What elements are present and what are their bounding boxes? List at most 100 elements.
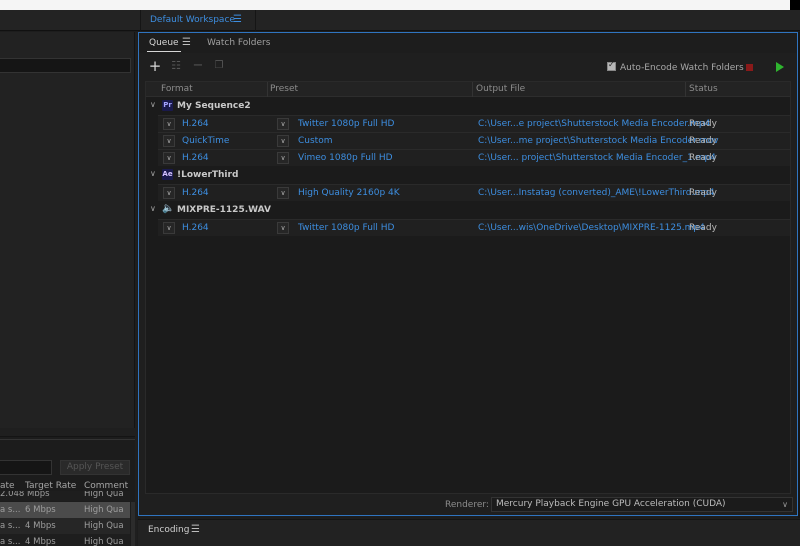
format-dropdown-icon[interactable]: ∨ bbox=[163, 135, 175, 147]
tab-watch-folders[interactable]: Watch Folders bbox=[207, 38, 270, 48]
workspace-tab[interactable]: Default Workspace ☰ bbox=[140, 10, 256, 31]
output-file-link[interactable]: C:\User... project\Shutterstock Media En… bbox=[478, 153, 716, 163]
preset-scrollbar[interactable] bbox=[131, 502, 135, 546]
status-text: Ready bbox=[689, 188, 717, 198]
queue-tabs: Queue ☰ Watch Folders bbox=[139, 33, 797, 53]
queue-item[interactable]: ∨ H.264 ∨ Twitter 1080p Full HD C:\User.… bbox=[158, 219, 790, 236]
queue-item[interactable]: ∨ H.264 ∨ Twitter 1080p Full HD C:\User.… bbox=[158, 115, 790, 132]
add-source-icon[interactable]: + bbox=[148, 59, 162, 74]
preset-row[interactable]: 2.048 Mbps High Qua bbox=[0, 491, 130, 501]
auto-encode-checkbox[interactable]: Auto-Encode Watch Folders bbox=[607, 60, 744, 73]
tab-encoding[interactable]: Encoding bbox=[148, 525, 189, 535]
preset-row[interactable]: a s... 4 Mbps High Qua bbox=[0, 518, 130, 534]
chevron-down-icon[interactable]: ∨ bbox=[150, 169, 156, 178]
premiere-badge-icon: Pr bbox=[162, 100, 173, 111]
preset-dropdown-icon[interactable]: ∨ bbox=[277, 118, 289, 130]
settings-sliders-icon[interactable]: ☷ bbox=[169, 59, 183, 73]
status-text: Ready bbox=[689, 119, 717, 129]
top-strip bbox=[0, 0, 800, 10]
auto-encode-label: Auto-Encode Watch Folders bbox=[620, 63, 744, 73]
format-link[interactable]: H.264 bbox=[182, 119, 209, 129]
queue-group[interactable]: ∨ Ae !LowerThird bbox=[146, 167, 790, 183]
comment-column-header[interactable]: Comment bbox=[84, 481, 128, 491]
preset-column-header[interactable]: Preset bbox=[270, 84, 298, 94]
preset-link[interactable]: Twitter 1080p Full HD bbox=[298, 119, 394, 129]
format-dropdown-icon[interactable]: ∨ bbox=[163, 152, 175, 164]
duplicate-icon[interactable]: ❐ bbox=[212, 59, 226, 73]
queue-toolbar: + ☷ − ❐ Auto-Encode Watch Folders bbox=[139, 53, 797, 81]
status-text: Ready bbox=[689, 153, 717, 163]
workspace-tab-label: Default Workspace bbox=[150, 15, 235, 25]
preset-link[interactable]: Custom bbox=[298, 136, 332, 146]
output-file-link[interactable]: C:\User...e project\Shutterstock Media E… bbox=[478, 119, 710, 129]
column-separator[interactable] bbox=[685, 82, 686, 97]
queue-item[interactable]: ∨ QuickTime ∨ Custom C:\User...me projec… bbox=[158, 132, 790, 149]
format-link[interactable]: H.264 bbox=[182, 153, 209, 163]
format-dropdown-icon[interactable]: ∨ bbox=[163, 187, 175, 199]
checkbox-checked-icon[interactable] bbox=[607, 60, 616, 71]
format-column-header[interactable]: Format bbox=[161, 84, 193, 94]
remove-icon[interactable]: − bbox=[191, 59, 205, 73]
left-panel: Apply Preset ate Target Rate Comment 2.0… bbox=[0, 32, 137, 546]
queue-list: Format Preset Output File Status ∨ Pr My… bbox=[145, 81, 791, 494]
status-column-header[interactable]: Status bbox=[689, 84, 718, 94]
preset-browser-panel: Apply Preset ate Target Rate Comment 2.0… bbox=[0, 437, 135, 546]
renderer-select[interactable]: Mercury Playback Engine GPU Acceleration… bbox=[491, 497, 793, 512]
media-browser-panel bbox=[0, 32, 135, 428]
group-name: MIXPRE-1125.WAV bbox=[177, 205, 271, 215]
tab-queue[interactable]: Queue bbox=[147, 38, 181, 52]
queue-column-header: Format Preset Output File Status bbox=[146, 82, 790, 97]
preset-dropdown-icon[interactable]: ∨ bbox=[277, 152, 289, 164]
format-link[interactable]: QuickTime bbox=[182, 136, 229, 146]
format-dropdown-icon[interactable]: ∨ bbox=[163, 222, 175, 234]
renderer-value: Mercury Playback Engine GPU Acceleration… bbox=[496, 499, 726, 509]
preset-row[interactable]: a s... 4 Mbps High Qua bbox=[0, 534, 130, 546]
apply-preset-button[interactable]: Apply Preset bbox=[60, 460, 130, 475]
target-rate-column-header[interactable]: Target Rate bbox=[25, 481, 76, 491]
chevron-down-icon: ∨ bbox=[782, 500, 788, 509]
media-browser-search-input[interactable] bbox=[0, 58, 131, 73]
start-queue-icon[interactable] bbox=[776, 62, 784, 72]
encoding-panel: Encoding ☰ bbox=[138, 519, 800, 546]
format-link[interactable]: H.264 bbox=[182, 188, 209, 198]
queue-panel: Queue ☰ Watch Folders + ☷ − ❐ Auto-Encod… bbox=[138, 32, 798, 516]
column-separator[interactable] bbox=[267, 82, 268, 97]
preset-link[interactable]: High Quality 2160p 4K bbox=[298, 188, 400, 198]
queue-group[interactable]: ∨ 🔈 MIXPRE-1125.WAV bbox=[146, 202, 790, 218]
renderer-label: Renderer: bbox=[445, 500, 489, 510]
output-column-header[interactable]: Output File bbox=[476, 84, 525, 94]
queue-item[interactable]: ∨ H.264 ∨ High Quality 2160p 4K C:\User.… bbox=[158, 184, 790, 201]
column-separator[interactable] bbox=[472, 82, 473, 97]
corner-block bbox=[790, 0, 800, 10]
chevron-down-icon[interactable]: ∨ bbox=[150, 204, 156, 213]
queue-group[interactable]: ∨ Pr My Sequence2 bbox=[146, 98, 790, 114]
format-link[interactable]: H.264 bbox=[182, 223, 209, 233]
preset-row-selected[interactable]: a s... 6 Mbps High Qua bbox=[0, 502, 130, 518]
preset-search-input[interactable] bbox=[0, 460, 52, 475]
encoding-menu-icon[interactable]: ☰ bbox=[191, 524, 200, 535]
output-file-link[interactable]: C:\User...wis\OneDrive\Desktop\MIXPRE-11… bbox=[478, 223, 705, 233]
preset-link[interactable]: Twitter 1080p Full HD bbox=[298, 223, 394, 233]
output-file-link[interactable]: C:\User...me project\Shutterstock Media … bbox=[478, 136, 719, 146]
status-text: Ready bbox=[689, 223, 717, 233]
preset-dropdown-icon[interactable]: ∨ bbox=[277, 187, 289, 199]
group-name: My Sequence2 bbox=[177, 101, 251, 111]
renderer-bar: Renderer: Mercury Playback Engine GPU Ac… bbox=[139, 495, 797, 515]
stop-queue-icon[interactable] bbox=[746, 64, 753, 71]
preset-dropdown-icon[interactable]: ∨ bbox=[277, 135, 289, 147]
output-file-link[interactable]: C:\User...Instatag (converted)_AME\!Lowe… bbox=[478, 188, 715, 198]
workspace-bar: Default Workspace ☰ bbox=[0, 10, 800, 31]
group-name: !LowerThird bbox=[177, 170, 239, 180]
preset-dropdown-icon[interactable]: ∨ bbox=[277, 222, 289, 234]
queue-menu-icon[interactable]: ☰ bbox=[182, 37, 191, 48]
rate-column-header[interactable]: ate bbox=[0, 481, 15, 491]
speaker-icon: 🔈 bbox=[162, 203, 175, 214]
chevron-down-icon[interactable]: ∨ bbox=[150, 100, 156, 109]
format-dropdown-icon[interactable]: ∨ bbox=[163, 118, 175, 130]
queue-item[interactable]: ∨ H.264 ∨ Vimeo 1080p Full HD C:\User...… bbox=[158, 149, 790, 166]
preset-link[interactable]: Vimeo 1080p Full HD bbox=[298, 153, 393, 163]
preset-browser-tabline bbox=[0, 439, 135, 440]
status-text: Ready bbox=[689, 136, 717, 146]
workspace-menu-icon[interactable]: ☰ bbox=[233, 10, 242, 30]
after-effects-badge-icon: Ae bbox=[162, 169, 173, 180]
